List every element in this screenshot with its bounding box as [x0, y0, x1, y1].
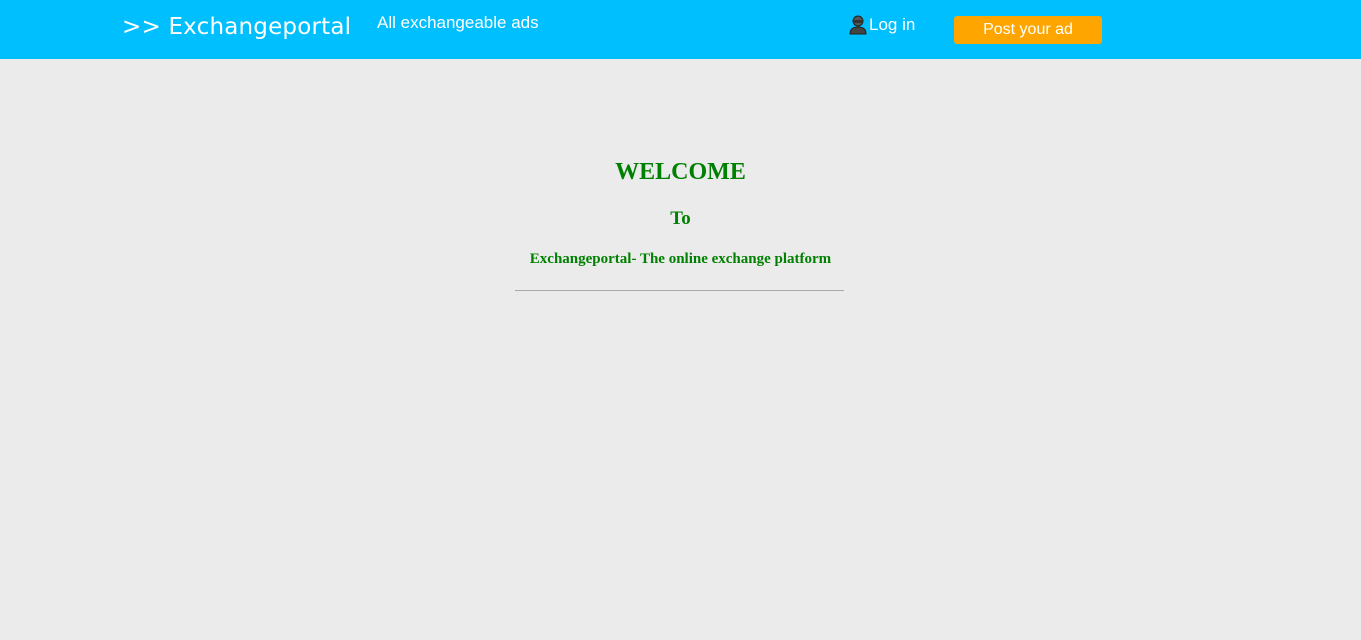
welcome-heading: WELCOME [615, 159, 746, 185]
login-label: Log in [869, 15, 916, 34]
user-icon [849, 15, 867, 35]
login-link[interactable]: Log in [849, 15, 915, 35]
welcome-to: To [670, 208, 691, 229]
all-ads-link[interactable]: All exchangeable ads [377, 13, 539, 33]
welcome-tagline: Exchangeportal- The online exchange plat… [529, 251, 832, 267]
post-ad-button[interactable]: Post your ad [954, 16, 1102, 44]
divider [515, 290, 844, 291]
brand-logo-link[interactable]: >> Exchangeportal [122, 14, 351, 40]
top-navbar: >> Exchangeportal All exchangeable ads L… [0, 0, 1361, 59]
